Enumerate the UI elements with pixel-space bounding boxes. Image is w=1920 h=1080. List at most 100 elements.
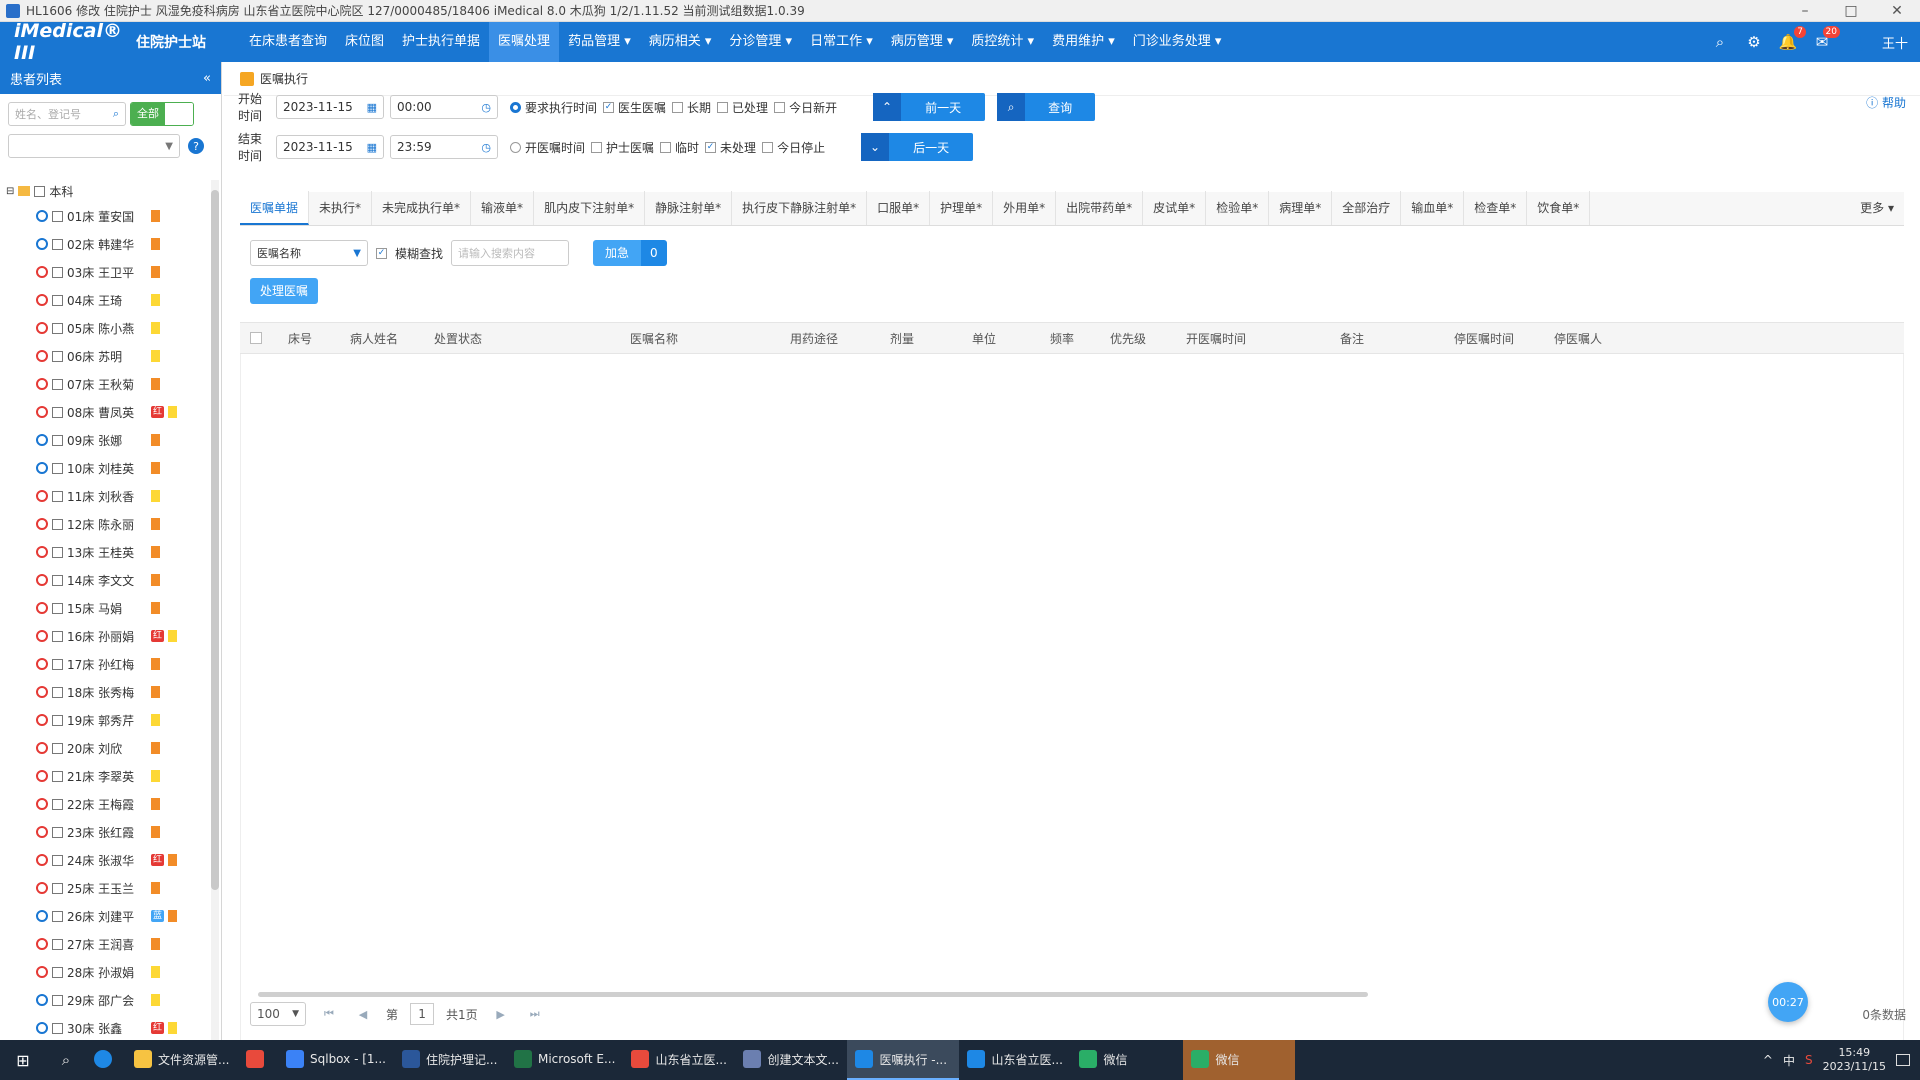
column-header-9[interactable]: 开医嘱时间 [1186, 323, 1246, 355]
bed-checkbox[interactable] [52, 938, 63, 950]
bed-checkbox[interactable] [52, 742, 63, 754]
taskbar-app-9[interactable]: 微信 [1071, 1040, 1183, 1080]
tab-14[interactable]: 全部治疗 [1332, 191, 1402, 225]
bed-item[interactable]: 05床 陈小燕 [0, 314, 210, 342]
column-header-10[interactable]: 备注 [1340, 323, 1364, 355]
end-date-field[interactable]: 2023-11-15 ▦ [276, 135, 384, 159]
tab-8[interactable]: 护理单* [930, 191, 994, 225]
tab-1[interactable]: 未执行* [309, 191, 373, 225]
bed-checkbox[interactable] [52, 602, 63, 614]
bed-checkbox[interactable] [52, 210, 63, 222]
taskbar-app-1[interactable] [238, 1040, 278, 1080]
bed-checkbox[interactable] [52, 350, 63, 362]
column-header-12[interactable]: 停医嘱人 [1554, 323, 1602, 355]
collapse-sidebar-icon[interactable]: « [203, 71, 211, 86]
page-number-input[interactable]: 1 [410, 1003, 435, 1025]
radio-opts_row1-0[interactable]: 要求执行时间 [510, 99, 597, 116]
taskbar-app-5[interactable]: 山东省立医... [623, 1040, 735, 1080]
tree-scrollbar[interactable] [211, 180, 219, 1040]
column-header-4[interactable]: 用药途径 [790, 323, 838, 355]
prev-page-icon[interactable]: ◀ [352, 1003, 374, 1025]
close-button[interactable]: ✕ [1874, 0, 1920, 22]
bed-checkbox[interactable] [52, 1022, 63, 1034]
bed-checkbox[interactable] [52, 238, 63, 250]
checkbox-opts_row1-3[interactable]: 已处理 [717, 99, 768, 116]
settings-icon[interactable]: ⚙ [1744, 32, 1764, 52]
bed-checkbox[interactable] [52, 714, 63, 726]
tab-15[interactable]: 输血单* [1401, 191, 1465, 225]
bed-checkbox[interactable] [52, 490, 63, 502]
help-icon[interactable]: ? [188, 138, 204, 154]
bed-checkbox[interactable] [52, 322, 63, 334]
antivirus-icon[interactable]: S [1805, 1053, 1813, 1067]
column-header-0[interactable]: 床号 [288, 323, 312, 355]
bed-item[interactable]: 11床 刘秋香 [0, 482, 210, 510]
tab-0[interactable]: 医嘱单据 [240, 191, 310, 225]
tab-12[interactable]: 检验单* [1206, 191, 1270, 225]
bed-checkbox[interactable] [52, 658, 63, 670]
bed-item[interactable]: 10床 刘桂英 [0, 454, 210, 482]
taskbar-app-2[interactable]: Sqlbox - [1... [278, 1040, 394, 1080]
windows-start-icon[interactable]: ⊞ [0, 1040, 46, 1080]
nav-item-7[interactable]: 日常工作 ▾ [801, 22, 882, 62]
query-button[interactable]: ⌕ 查询 [997, 93, 1096, 121]
urgent-button[interactable]: 加急 0 [593, 240, 667, 266]
bed-checkbox[interactable] [52, 266, 63, 278]
order-field-select[interactable]: 医嘱名称 ▼ [250, 240, 368, 266]
minimize-button[interactable]: – [1782, 0, 1828, 22]
checkbox-opts_row2-1[interactable]: 护士医嘱 [591, 139, 654, 156]
nav-item-8[interactable]: 病历管理 ▾ [882, 22, 963, 62]
nav-item-5[interactable]: 病历相关 ▾ [640, 22, 721, 62]
tab-more[interactable]: 更多 ▾ [1850, 191, 1904, 225]
notification-icon[interactable]: 🔔 7 [1778, 26, 1806, 52]
bed-item[interactable]: 13床 王桂英 [0, 538, 210, 566]
tab-2[interactable]: 未完成执行单* [372, 191, 472, 225]
tab-7[interactable]: 口服单* [867, 191, 931, 225]
tab-3[interactable]: 输液单* [471, 191, 535, 225]
bed-checkbox[interactable] [52, 994, 63, 1006]
bed-checkbox[interactable] [52, 462, 63, 474]
bed-item[interactable]: 18床 张秀梅 [0, 678, 210, 706]
start-date-field[interactable]: 2023-11-15 ▦ [276, 95, 384, 119]
column-header-7[interactable]: 频率 [1050, 323, 1074, 355]
nav-item-9[interactable]: 质控统计 ▾ [962, 22, 1043, 62]
bed-item[interactable]: 04床 王琦 [0, 286, 210, 314]
next-day-button[interactable]: ⌄ 后一天 [861, 133, 974, 161]
bed-checkbox[interactable] [52, 406, 63, 418]
prev-day-button[interactable]: ⌃ 前一天 [873, 93, 986, 121]
bed-checkbox[interactable] [52, 574, 63, 586]
nav-item-6[interactable]: 分诊管理 ▾ [720, 22, 801, 62]
taskbar-app-0[interactable]: 文件资源管... [126, 1040, 238, 1080]
checkbox-opts_row1-4[interactable]: 今日新开 [774, 99, 837, 116]
taskbar-app-8[interactable]: 山东省立医... [959, 1040, 1071, 1080]
nav-item-1[interactable]: 床位图 [336, 22, 393, 62]
search-icon[interactable]: ⌕ [46, 1040, 86, 1080]
bed-checkbox[interactable] [52, 882, 63, 894]
tab-10[interactable]: 出院带药单* [1056, 191, 1144, 225]
last-page-icon[interactable]: ⏭ [524, 1003, 546, 1025]
nav-item-11[interactable]: 门诊业务处理 ▾ [1124, 22, 1231, 62]
bed-item[interactable]: 27床 王润喜 [0, 930, 210, 958]
checkbox-opts_row2-2[interactable]: 临时 [660, 139, 699, 156]
taskbar-app-6[interactable]: 创建文本文... [735, 1040, 847, 1080]
taskbar-app-10[interactable]: 微信 [1183, 1040, 1296, 1080]
bed-checkbox[interactable] [52, 826, 63, 838]
notification-center-icon[interactable] [1896, 1054, 1910, 1066]
ward-select[interactable]: ▼ [8, 134, 180, 158]
nav-item-10[interactable]: 费用维护 ▾ [1043, 22, 1124, 62]
bed-checkbox[interactable] [52, 630, 63, 642]
process-orders-button[interactable]: 处理医嘱 [250, 278, 319, 304]
tree-root[interactable]: ⊟ 本科 [0, 180, 210, 202]
bed-item[interactable]: 12床 陈永丽 [0, 510, 210, 538]
table-hscrollbar[interactable] [258, 992, 1368, 997]
first-page-icon[interactable]: ⏮ [318, 1003, 340, 1025]
next-page-icon[interactable]: ▶ [490, 1003, 512, 1025]
bed-item[interactable]: 01床 董安国 [0, 202, 210, 230]
floating-timer[interactable]: 00:27 [1768, 982, 1808, 1022]
column-header-6[interactable]: 单位 [972, 323, 996, 355]
bed-item[interactable]: 07床 王秋菊 [0, 370, 210, 398]
expand-icon[interactable]: ⊟ [6, 186, 14, 197]
bed-item[interactable]: 26床 刘建平 蓝 [0, 902, 210, 930]
bed-checkbox[interactable] [52, 854, 63, 866]
bed-checkbox[interactable] [52, 910, 63, 922]
